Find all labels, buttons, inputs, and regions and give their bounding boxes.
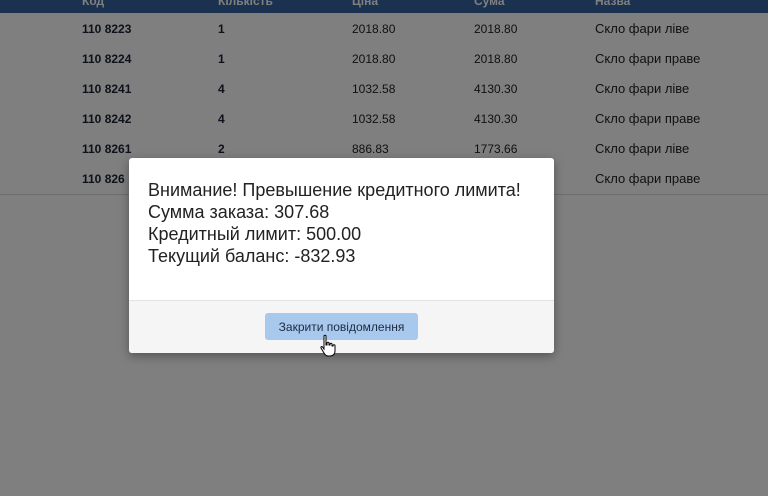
order-amount-text: Сумма заказа: 307.68 [148, 202, 330, 222]
hand-pointer-icon [320, 334, 336, 357]
current-balance-text: Текущий баланс: -832.93 [148, 246, 356, 266]
dialog-body: Внимание! Превышение кредитного лимита! … [129, 158, 554, 300]
credit-limit-dialog: Внимание! Превышение кредитного лимита! … [129, 158, 554, 353]
warning-message: Внимание! Превышение кредитного лимита! [148, 180, 521, 200]
credit-limit-text: Кредитный лимит: 500.00 [148, 224, 362, 244]
close-message-button[interactable]: Закрити повідомлення [265, 313, 418, 340]
dialog-footer: Закрити повідомлення [129, 300, 554, 353]
